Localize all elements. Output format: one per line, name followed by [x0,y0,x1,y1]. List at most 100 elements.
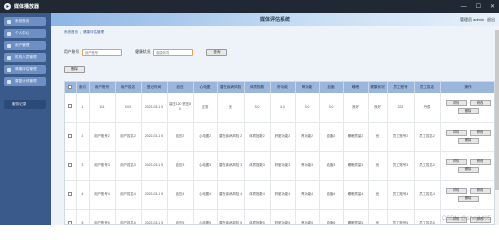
row-select-cell[interactable] [65,180,77,210]
table-cell-liver: 肝脏功能4 [270,180,296,210]
table-cell-time: 2022-03-1 5 [141,180,168,210]
edit-button[interactable]: 修改 [469,187,491,194]
sidebar-item-label: 服务记录 [12,102,27,106]
delete-button[interactable]: 删除 [457,108,479,115]
table-row: 1 111 XXX 2022-03-1 5 高压120 低压80 正常无 3.0 3.0 3.0… [65,93,494,123]
table-cell-status: 优 [368,180,388,210]
column-header: 员工账号 [387,82,415,93]
sidebar-item-profile[interactable]: 个人中心 [4,29,46,38]
edit-button[interactable]: 修改 [469,158,491,165]
table-cell-name: 用户姓名4 [115,180,142,210]
table-cell-ecg: 心电图4 [193,180,218,210]
table-cell-emp_acc: 员工账号4 [387,180,415,210]
table-cell-kidney: 肾功能2 [295,122,320,152]
query-button[interactable]: 查询 [206,49,228,56]
table-cell-sleep: 睡眠质量2 [343,122,369,152]
table-cell-kidney: 3.0 [295,93,320,123]
table-cell-index: 5 [76,209,90,224]
table-cell-liver: 3.0 [270,93,296,123]
column-header: 潜在疾病风险 [217,82,245,93]
detail-button[interactable]: 详情 [445,129,467,136]
health-status-input[interactable] [153,49,194,56]
row-checkbox[interactable] [68,133,73,138]
sidebar-item-label: 用户管理 [15,43,30,47]
sidebar-item-home[interactable]: 系统首页 [4,17,46,26]
column-header: 血压 [167,82,194,93]
edit-button[interactable]: 修改 [469,100,491,107]
batch-delete-button[interactable]: 删除 [64,66,85,73]
column-header: 睡眠 [343,82,369,93]
table-cell-ecg: 心电图2 [193,122,218,152]
row-select-cell[interactable] [65,93,77,123]
sidebar: 系统首页 个人中心 用户管理 机构人员管理 健康评估管理 康复计划管理 服务记录 [0,13,51,225]
sidebar-item-staff[interactable]: 机构人员管理 [4,53,46,62]
window-title: 媒体播放器 [14,4,40,10]
table-cell-status: 优 [368,209,388,224]
table-cell-name: 用户姓名5 [115,209,142,224]
sidebar-item-users[interactable]: 用户管理 [4,41,46,50]
row-actions: 详情修改删除 [440,122,494,152]
table-cell-bp: 血压5 [167,209,194,224]
delete-button[interactable]: 删除 [458,225,479,226]
table-cell-kidney: 肾功能5 [295,209,320,224]
row-select-cell[interactable] [65,151,77,181]
system-title: 媒体评估系统 [259,17,290,23]
table-cell-kidney: 肾功能4 [295,180,320,210]
table-cell-ecg: 正常 [193,93,218,123]
table-cell-account: 用户账号3 [89,151,116,181]
column-header: 血脂 [319,82,344,93]
delete-button[interactable]: 删除 [457,195,479,202]
sidebar-item-service[interactable]: 服务记录 [4,100,46,109]
row-checkbox[interactable] [68,104,73,109]
table-cell-emp_acc: 员工账号2 [387,122,415,152]
table-header-row: 索引 用户账号 用户姓名 登记时间 血压 心电图 潜在疾病风险 体质指数 肝功能… [65,82,494,93]
page-scrollbar-thumb[interactable] [495,30,499,190]
select-all-header[interactable] [65,82,77,93]
row-select-cell[interactable] [65,209,77,224]
row-checkbox[interactable] [68,191,73,196]
breadcrumb-home[interactable]: 系统首页 [64,30,78,35]
table-cell-lipid: 3.0 [319,93,344,123]
table-cell-emp_name: 丹辰 [414,93,441,123]
table-cell-bp: 高压120 低压80 [167,93,194,123]
column-header: 操作 [440,82,494,93]
logout-link[interactable]: 退出 [487,17,495,23]
users-icon [7,43,11,48]
health-assessment-table: 索引 用户账号 用户姓名 登记时间 血压 心电图 潜在疾病风险 体质指数 肝功能… [64,81,495,225]
row-checkbox[interactable] [68,162,73,167]
table-cell-emp_acc: 员工账号3 [387,151,415,181]
detail-button[interactable]: 详情 [445,100,467,107]
minimize-icon[interactable]: — [461,4,467,10]
close-icon[interactable]: ✕ [490,3,495,10]
sidebar-item-health[interactable]: 健康评估管理 [4,65,46,74]
row-checkbox[interactable] [68,220,73,224]
table-cell-account: 用户账号2 [89,122,116,152]
breadcrumb-current: 健康评估管理 [82,30,104,34]
table-cell-sleep: 睡眠质量4 [343,180,369,210]
delete-button[interactable]: 删除 [457,166,479,173]
table-cell-account: 用户账号5 [89,209,116,224]
row-select-cell[interactable] [65,122,77,152]
staff-icon [7,55,11,60]
edit-button[interactable]: 修改 [469,129,491,136]
delete-button[interactable]: 删除 [457,137,479,144]
table-cell-index: 2 [76,122,90,152]
user-account-input[interactable] [82,49,123,56]
sidebar-item-rehab[interactable]: 康复计划管理 [4,77,46,86]
row-actions: 详情修改删除 [440,93,494,123]
table-cell-emp_name: 员工姓名4 [414,180,441,210]
table-cell-sleep: 睡眠质量3 [343,151,369,181]
table-cell-name: 用户姓名2 [115,122,142,152]
select-all-checkbox[interactable] [68,85,73,89]
detail-button[interactable]: 详情 [445,158,467,165]
detail-button[interactable]: 详情 [445,187,467,194]
plan-icon [7,79,11,84]
maximize-icon[interactable]: ☐ [476,3,481,10]
table-cell-risk: 潜在疾病风险 5 [217,209,245,224]
sidebar-item-label: 健康评估管理 [15,67,37,71]
table-row: 5 用户账号5 用户姓名5 2022-03-1 5 血压5 心电图5 潜在疾病风险 5 体质指… [65,209,494,226]
table-cell-time: 2022-03-1 5 [141,93,168,123]
table-cell-lipid: 血脂2 [319,122,344,152]
table-cell-status: 优 [368,151,388,181]
table-cell-time: 2022-03-1 5 [141,122,168,152]
